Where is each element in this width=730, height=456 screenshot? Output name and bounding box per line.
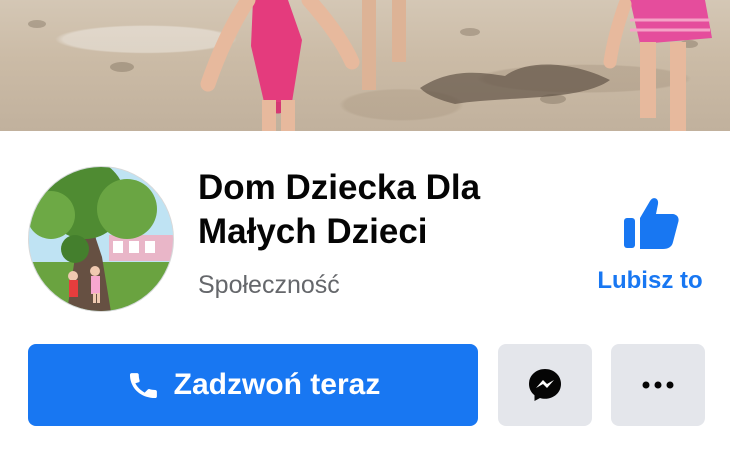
like-button[interactable]: Lubisz to [585,188,715,298]
page-category: Społeczność [198,271,340,299]
cover-photo [0,0,730,131]
page-title: Dom Dziecka Dla Małych Dzieci [198,168,481,251]
child-figure [200,0,360,131]
more-icon [642,381,674,389]
child-figure [603,0,712,131]
messenger-icon [529,369,561,401]
profile-picture[interactable] [28,166,174,312]
profile-picture-art [29,167,173,311]
call-now-label: Zadzwoń teraz [173,368,381,401]
call-now-button[interactable]: Zadzwoń teraz [28,344,478,426]
thumbs-up-icon [624,198,679,249]
more-button[interactable] [611,344,705,426]
sand-speck [110,62,134,72]
messenger-button[interactable] [498,344,592,426]
like-label: Lubisz to [597,267,703,294]
shadow-shape [420,64,610,104]
sand-speck [460,28,480,36]
child-figure [362,0,406,90]
sand-speck [28,20,46,28]
phone-icon [129,373,157,399]
